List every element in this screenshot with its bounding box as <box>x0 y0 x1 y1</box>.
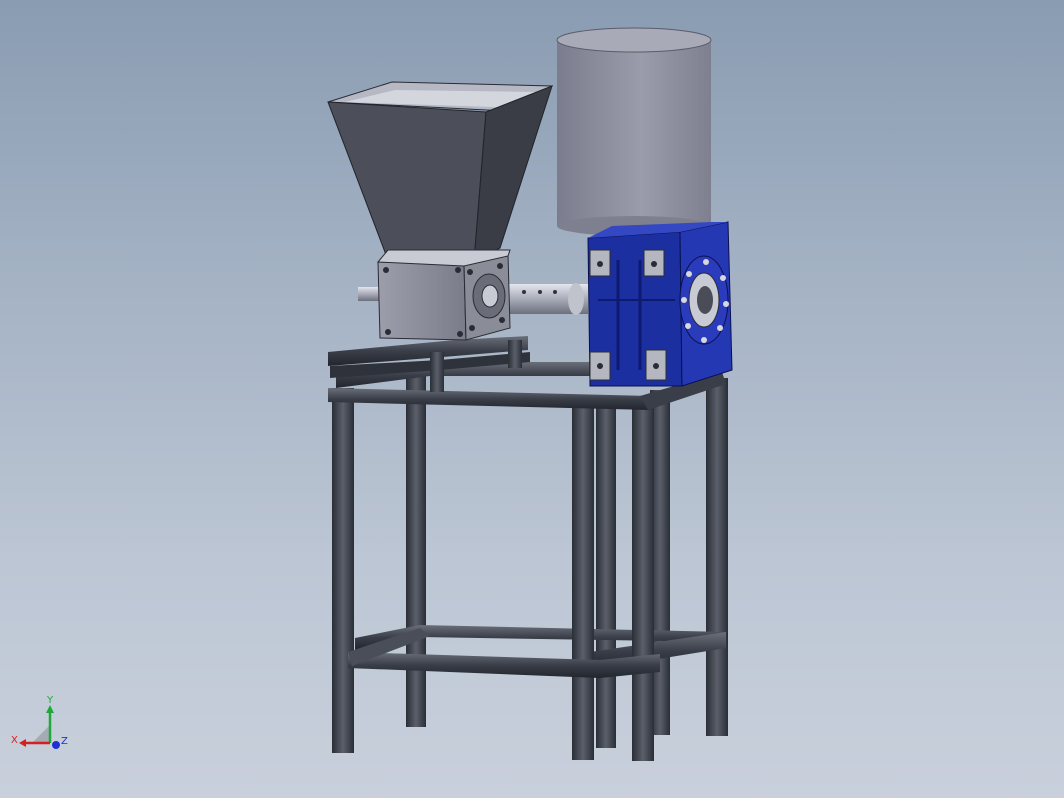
flange-hole <box>723 301 729 307</box>
coupling-hole <box>538 290 542 294</box>
feeder-housing-front <box>377 261 467 341</box>
frame-rail-upper-front <box>328 388 650 410</box>
frame-leg-back-left <box>406 372 426 727</box>
coupling-hole <box>522 290 526 294</box>
frame-leg-back-right <box>706 378 728 736</box>
bearing-inner <box>481 284 499 308</box>
housing-bolt <box>383 267 389 273</box>
hopper-platform-post <box>430 352 444 392</box>
motor-top <box>556 27 712 53</box>
frame-leg-front-mid2 <box>632 405 654 761</box>
housing-bolt <box>457 331 463 337</box>
housing-bolt <box>469 325 475 331</box>
flange-hole <box>686 271 692 277</box>
motor-body <box>557 40 711 226</box>
frame <box>328 336 728 761</box>
frame-leg-front-mid <box>572 400 594 760</box>
triad-x-label: X <box>11 735 18 746</box>
coupling-hole <box>553 290 557 294</box>
motor <box>556 27 712 236</box>
gearbox-bolt <box>597 363 603 369</box>
housing-bolt <box>497 263 503 269</box>
frame-leg-back-mid <box>596 400 616 748</box>
shaft-end <box>568 283 584 315</box>
gearbox-output-bore <box>697 286 713 314</box>
frame-leg-front-left <box>332 388 354 753</box>
hopper-right-face <box>473 85 553 263</box>
flange-hole <box>685 323 691 329</box>
triad-y-label: Y <box>47 695 54 706</box>
gearbox-bolt <box>653 363 659 369</box>
housing-bolt <box>467 269 473 275</box>
cad-viewport[interactable] <box>0 0 1064 798</box>
gearbox-bolt <box>651 261 657 267</box>
hopper-platform-post2 <box>508 340 522 368</box>
flange-hole <box>703 259 709 265</box>
gearbox <box>587 221 733 387</box>
hopper-front-face <box>327 101 487 263</box>
flange-hole <box>717 325 723 331</box>
housing-bolt <box>499 317 505 323</box>
flange-hole <box>720 275 726 281</box>
triad-z-label: Z <box>61 736 68 747</box>
flange-hole <box>681 297 687 303</box>
housing-bolt <box>455 267 461 273</box>
flange-hole <box>701 337 707 343</box>
gearbox-bolt <box>597 261 603 267</box>
housing-bolt <box>385 329 391 335</box>
coordinate-triad: Y X Z <box>10 695 70 755</box>
